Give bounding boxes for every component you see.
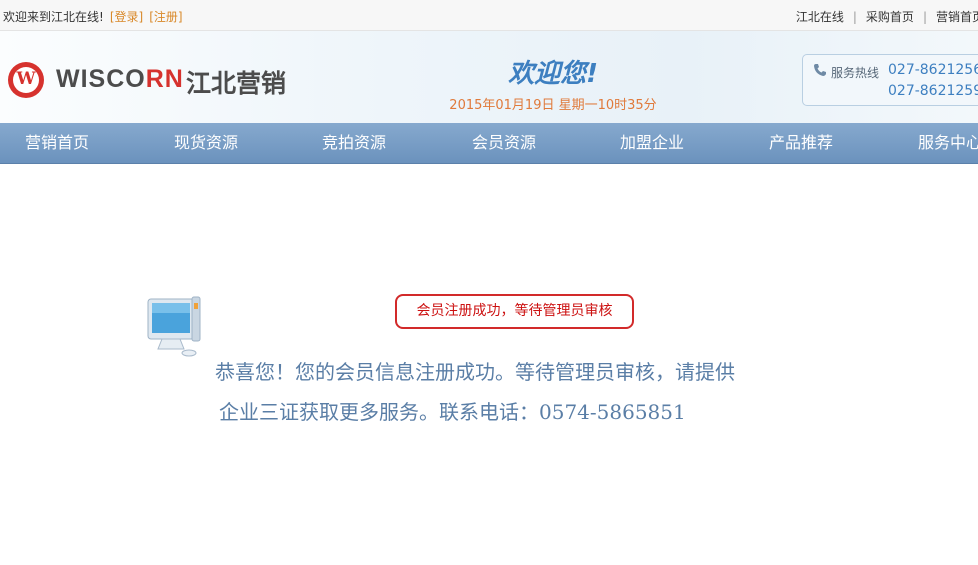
- nav-item-partner-companies[interactable]: 加盟企业: [620, 123, 684, 163]
- logo-text-en: WISCORN: [56, 65, 184, 93]
- nav-item-service-center[interactable]: 服务中心: [918, 123, 978, 163]
- link-purchase-home[interactable]: 采购首页: [866, 10, 914, 24]
- logo-text-cn: 江北营销: [186, 69, 287, 98]
- top-bar: 欢迎来到江北在线! [登录] [注册] 江北在线 | 采购首页 | 营销首页: [0, 0, 978, 31]
- welcome-title: 欢迎您!: [508, 59, 598, 89]
- message-line-2: 企业三证获取更多服务。联系电话：0574-5865851: [219, 400, 686, 424]
- logo[interactable]: W WISCORN 江北营销: [8, 61, 298, 99]
- nav-item-product-recommend[interactable]: 产品推荐: [769, 123, 833, 163]
- hotline-number-1: 027-86212566: [888, 62, 978, 78]
- login-link[interactable]: [登录]: [110, 10, 143, 24]
- top-bar-left: 欢迎来到江北在线! [登录] [注册]: [3, 8, 183, 25]
- nav-item-auction-resources[interactable]: 竞拍资源: [322, 123, 386, 163]
- computer-icon: [147, 296, 201, 357]
- separator: |: [922, 10, 927, 24]
- main-nav: 营销首页 现货资源 竞拍资源 会员资源 加盟企业 产品推荐 服务中心: [0, 123, 978, 164]
- service-hotline: 服务热线 027-86212566 027-86212599: [802, 54, 978, 106]
- hotline-label: 服务热线: [831, 66, 880, 80]
- success-message: 恭喜您！您的会员信息注册成功。等待管理员审核，请提供 企业三证获取更多服务。联系…: [215, 352, 825, 432]
- header: W WISCORN 江北营销 欢迎您! 2015年01月19日 星期一10时35…: [0, 31, 978, 123]
- top-bar-links: 江北在线 | 采购首页 | 营销首页: [796, 8, 978, 25]
- nav-item-member-resources[interactable]: 会员资源: [472, 123, 536, 163]
- register-link[interactable]: [注册]: [149, 10, 182, 24]
- phone-icon: [814, 64, 826, 76]
- link-jiangbei-online[interactable]: 江北在线: [796, 10, 844, 24]
- hotline-number-2: 027-86212599: [888, 83, 978, 99]
- separator: |: [852, 10, 857, 24]
- status-badge: 会员注册成功，等待管理员审核: [395, 294, 634, 329]
- logo-mark-icon: W: [8, 62, 44, 98]
- welcome-block: 欢迎您! 2015年01月19日 星期一10时35分: [443, 53, 663, 113]
- link-marketing-home[interactable]: 营销首页: [936, 10, 978, 24]
- nav-item-spot-resources[interactable]: 现货资源: [174, 123, 238, 163]
- nav-item-marketing-home[interactable]: 营销首页: [25, 123, 89, 163]
- message-line-1: 恭喜您！您的会员信息注册成功。等待管理员审核，请提供: [215, 360, 735, 384]
- welcome-text: 欢迎来到江北在线!: [3, 10, 104, 24]
- current-datetime: 2015年01月19日 星期一10时35分: [449, 98, 657, 113]
